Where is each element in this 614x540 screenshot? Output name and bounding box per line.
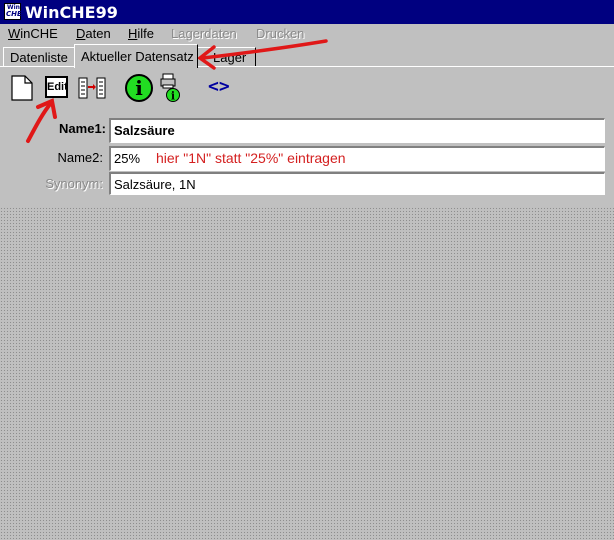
annotation-arrows [26,39,328,143]
arrow-to-edit [26,98,57,143]
arrow-to-tab [197,39,328,70]
tab-aktueller-datensatz[interactable]: Aktueller Datensatz [74,44,198,68]
